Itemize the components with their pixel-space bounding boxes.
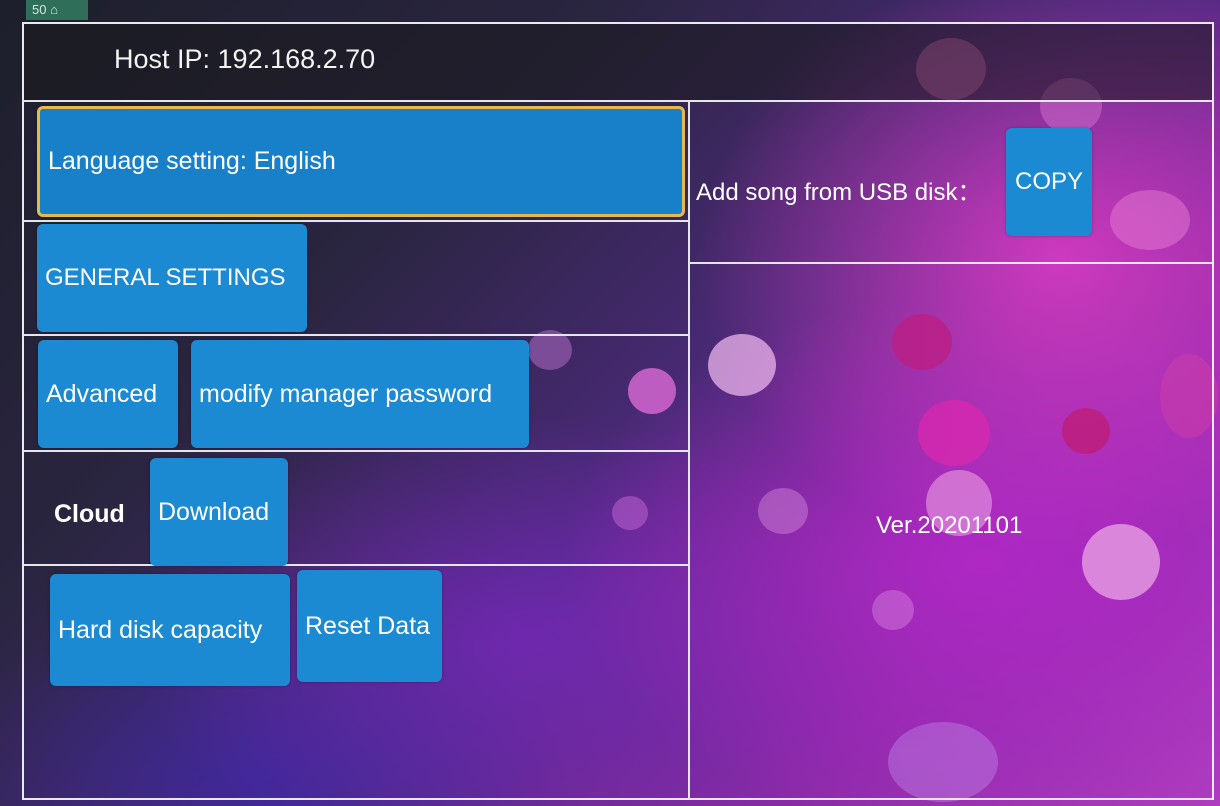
copy-button[interactable]: COPY [1006, 128, 1092, 236]
header-divider [22, 100, 1214, 102]
advanced-button[interactable]: Advanced [38, 340, 178, 448]
modify-password-button[interactable]: modify manager password [191, 340, 529, 448]
version-label: Ver.20201101 [876, 512, 1023, 539]
status-indicator: 50 ⌂ [26, 0, 88, 20]
general-settings-button[interactable]: GENERAL SETTINGS [37, 224, 307, 332]
left-row-divider [24, 450, 688, 452]
usb-song-label: Add song from USB disk： [696, 179, 982, 206]
left-row-divider [24, 334, 688, 336]
language-setting-button[interactable]: Language setting: English [37, 106, 685, 217]
reset-data-button[interactable]: Reset Data [297, 570, 442, 682]
cloud-label: Cloud [54, 500, 125, 528]
right-row-divider [690, 262, 1212, 264]
left-row-divider [24, 220, 688, 222]
download-button[interactable]: Download [150, 458, 288, 566]
left-row-divider [24, 564, 688, 566]
hard-disk-capacity-button[interactable]: Hard disk capacity [50, 574, 290, 686]
column-divider [688, 100, 690, 800]
